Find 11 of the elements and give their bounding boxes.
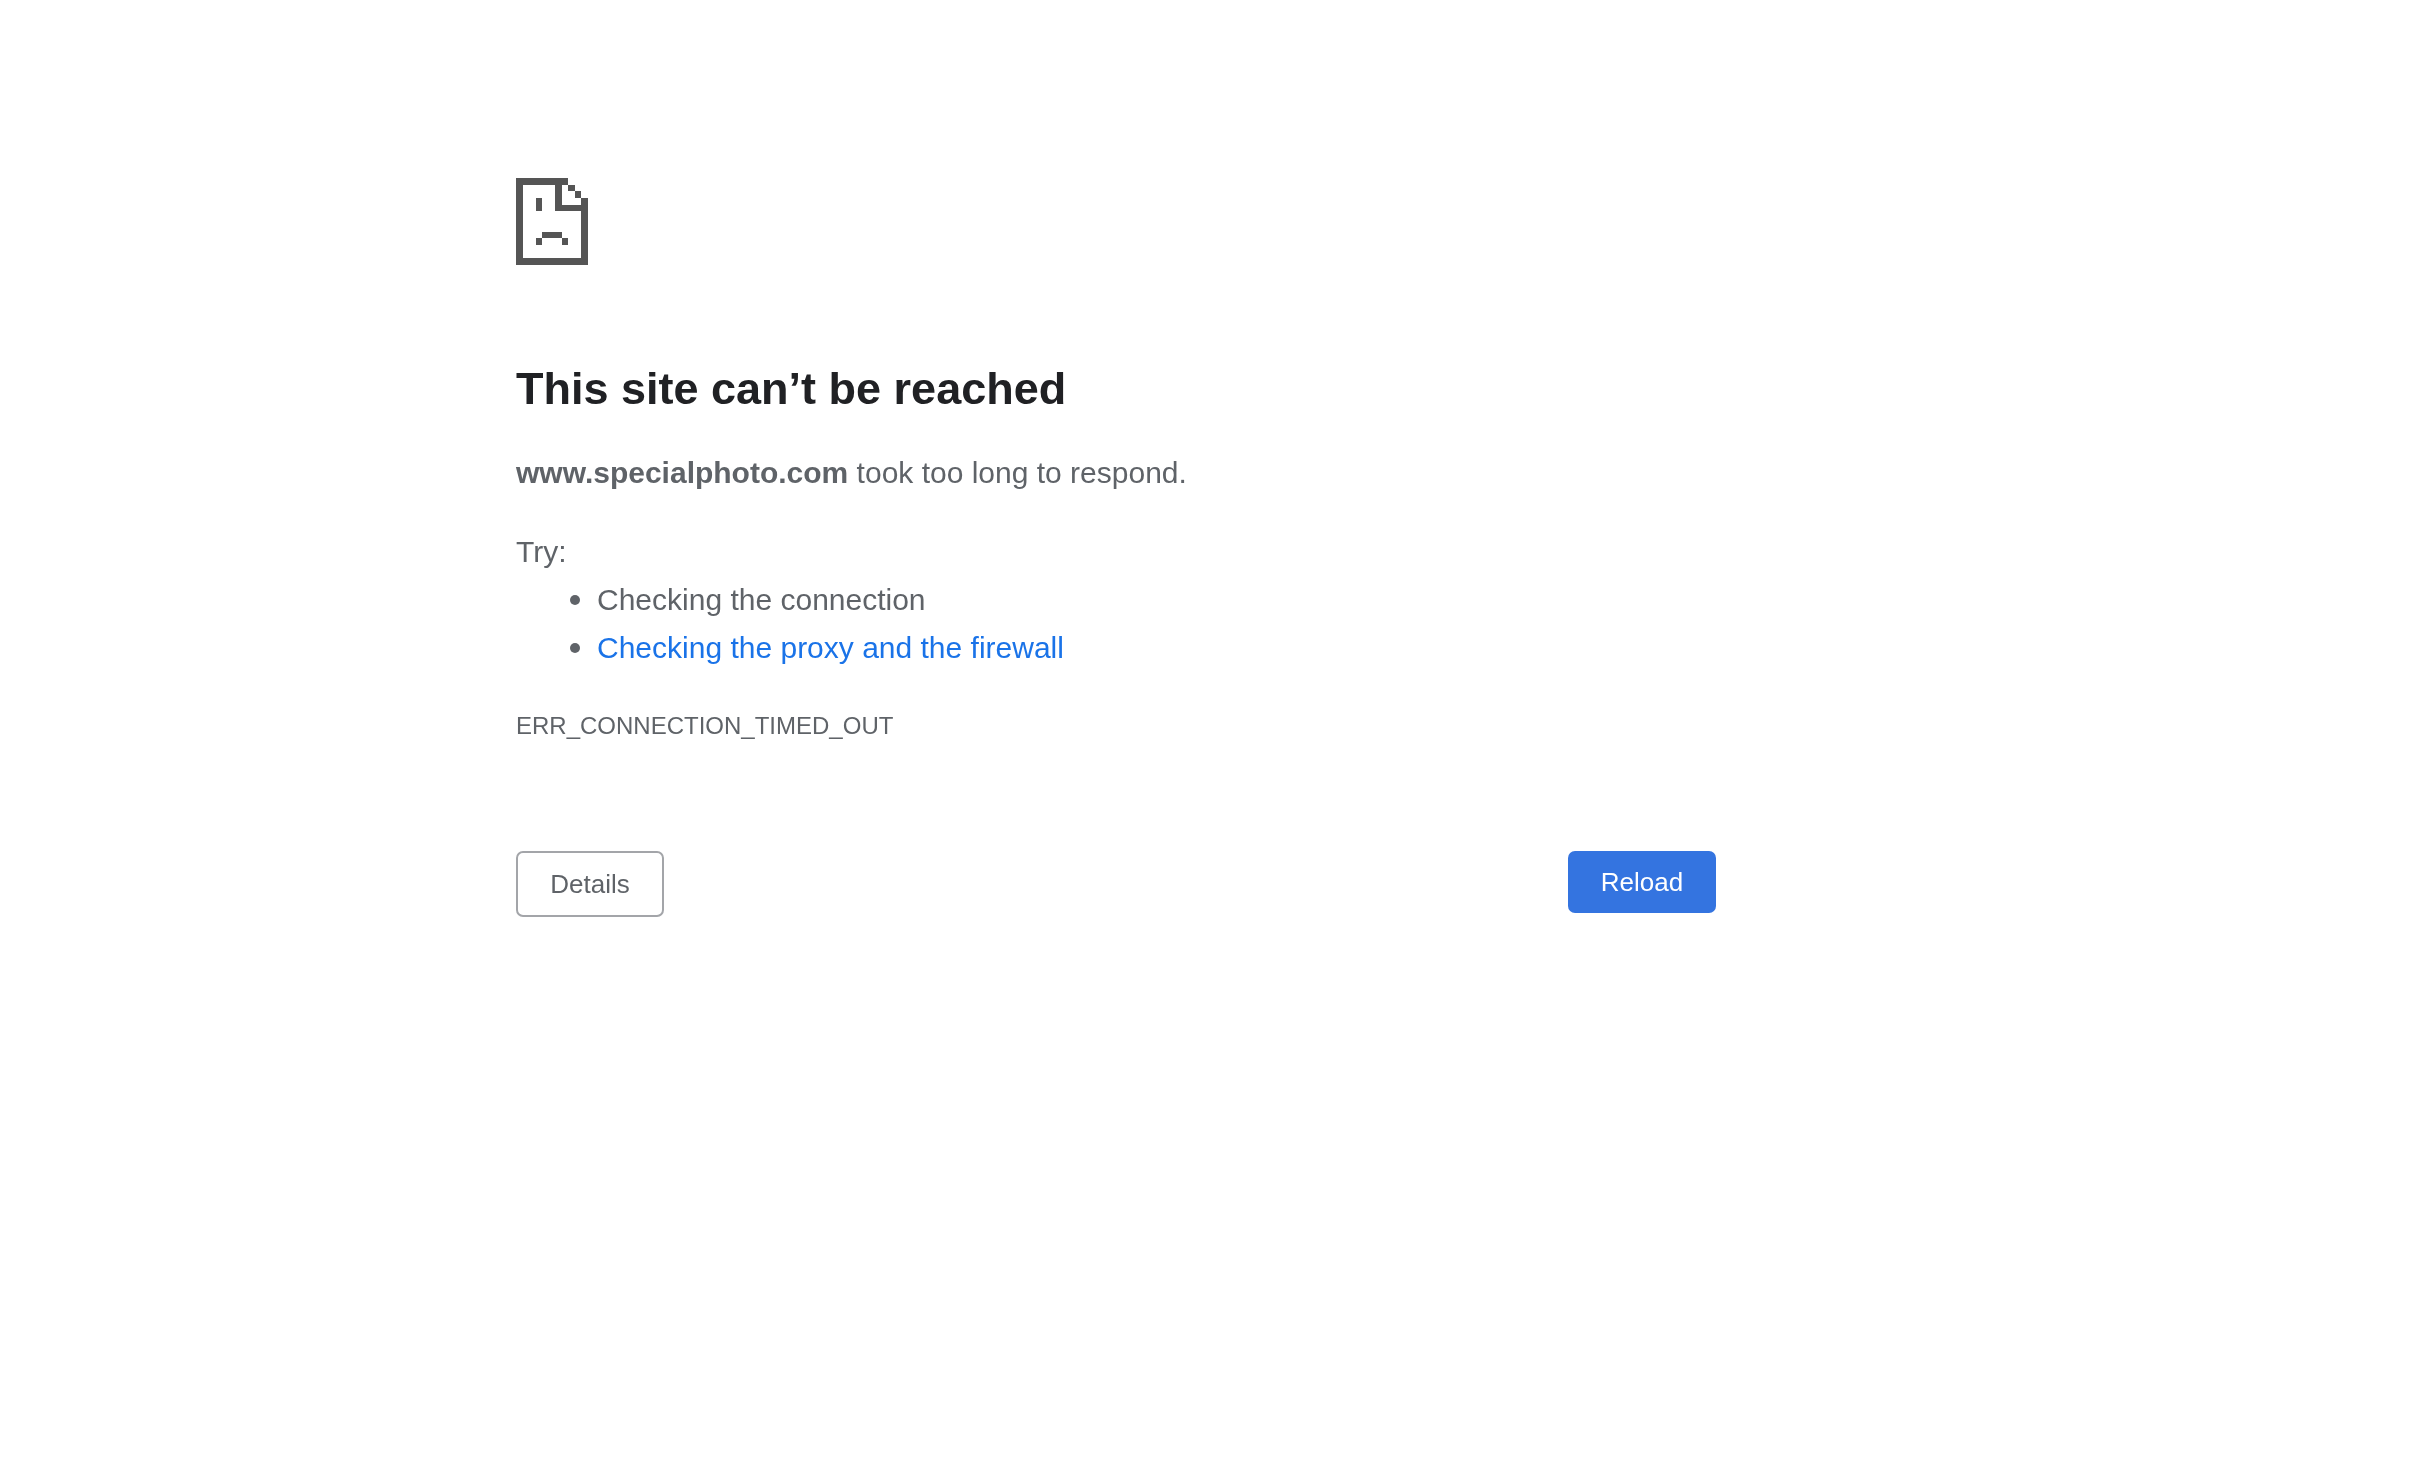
error-message: www.specialphoto.com took too long to respond. — [516, 455, 1188, 491]
error-code: ERR_CONNECTION_TIMED_OUT — [516, 711, 894, 741]
error-heading: This site can’t be reached — [516, 362, 1068, 416]
sad-document-icon — [516, 178, 588, 265]
suggestion-text: Checking the connection — [597, 582, 926, 618]
details-button[interactable]: Details — [516, 851, 664, 917]
bullet-icon — [570, 643, 580, 653]
proxy-firewall-link[interactable]: Checking the proxy and the firewall — [597, 624, 1064, 672]
reload-button[interactable]: Reload — [1568, 851, 1716, 913]
bullet-icon — [570, 595, 580, 605]
suggestions-label: Try: — [516, 534, 567, 570]
